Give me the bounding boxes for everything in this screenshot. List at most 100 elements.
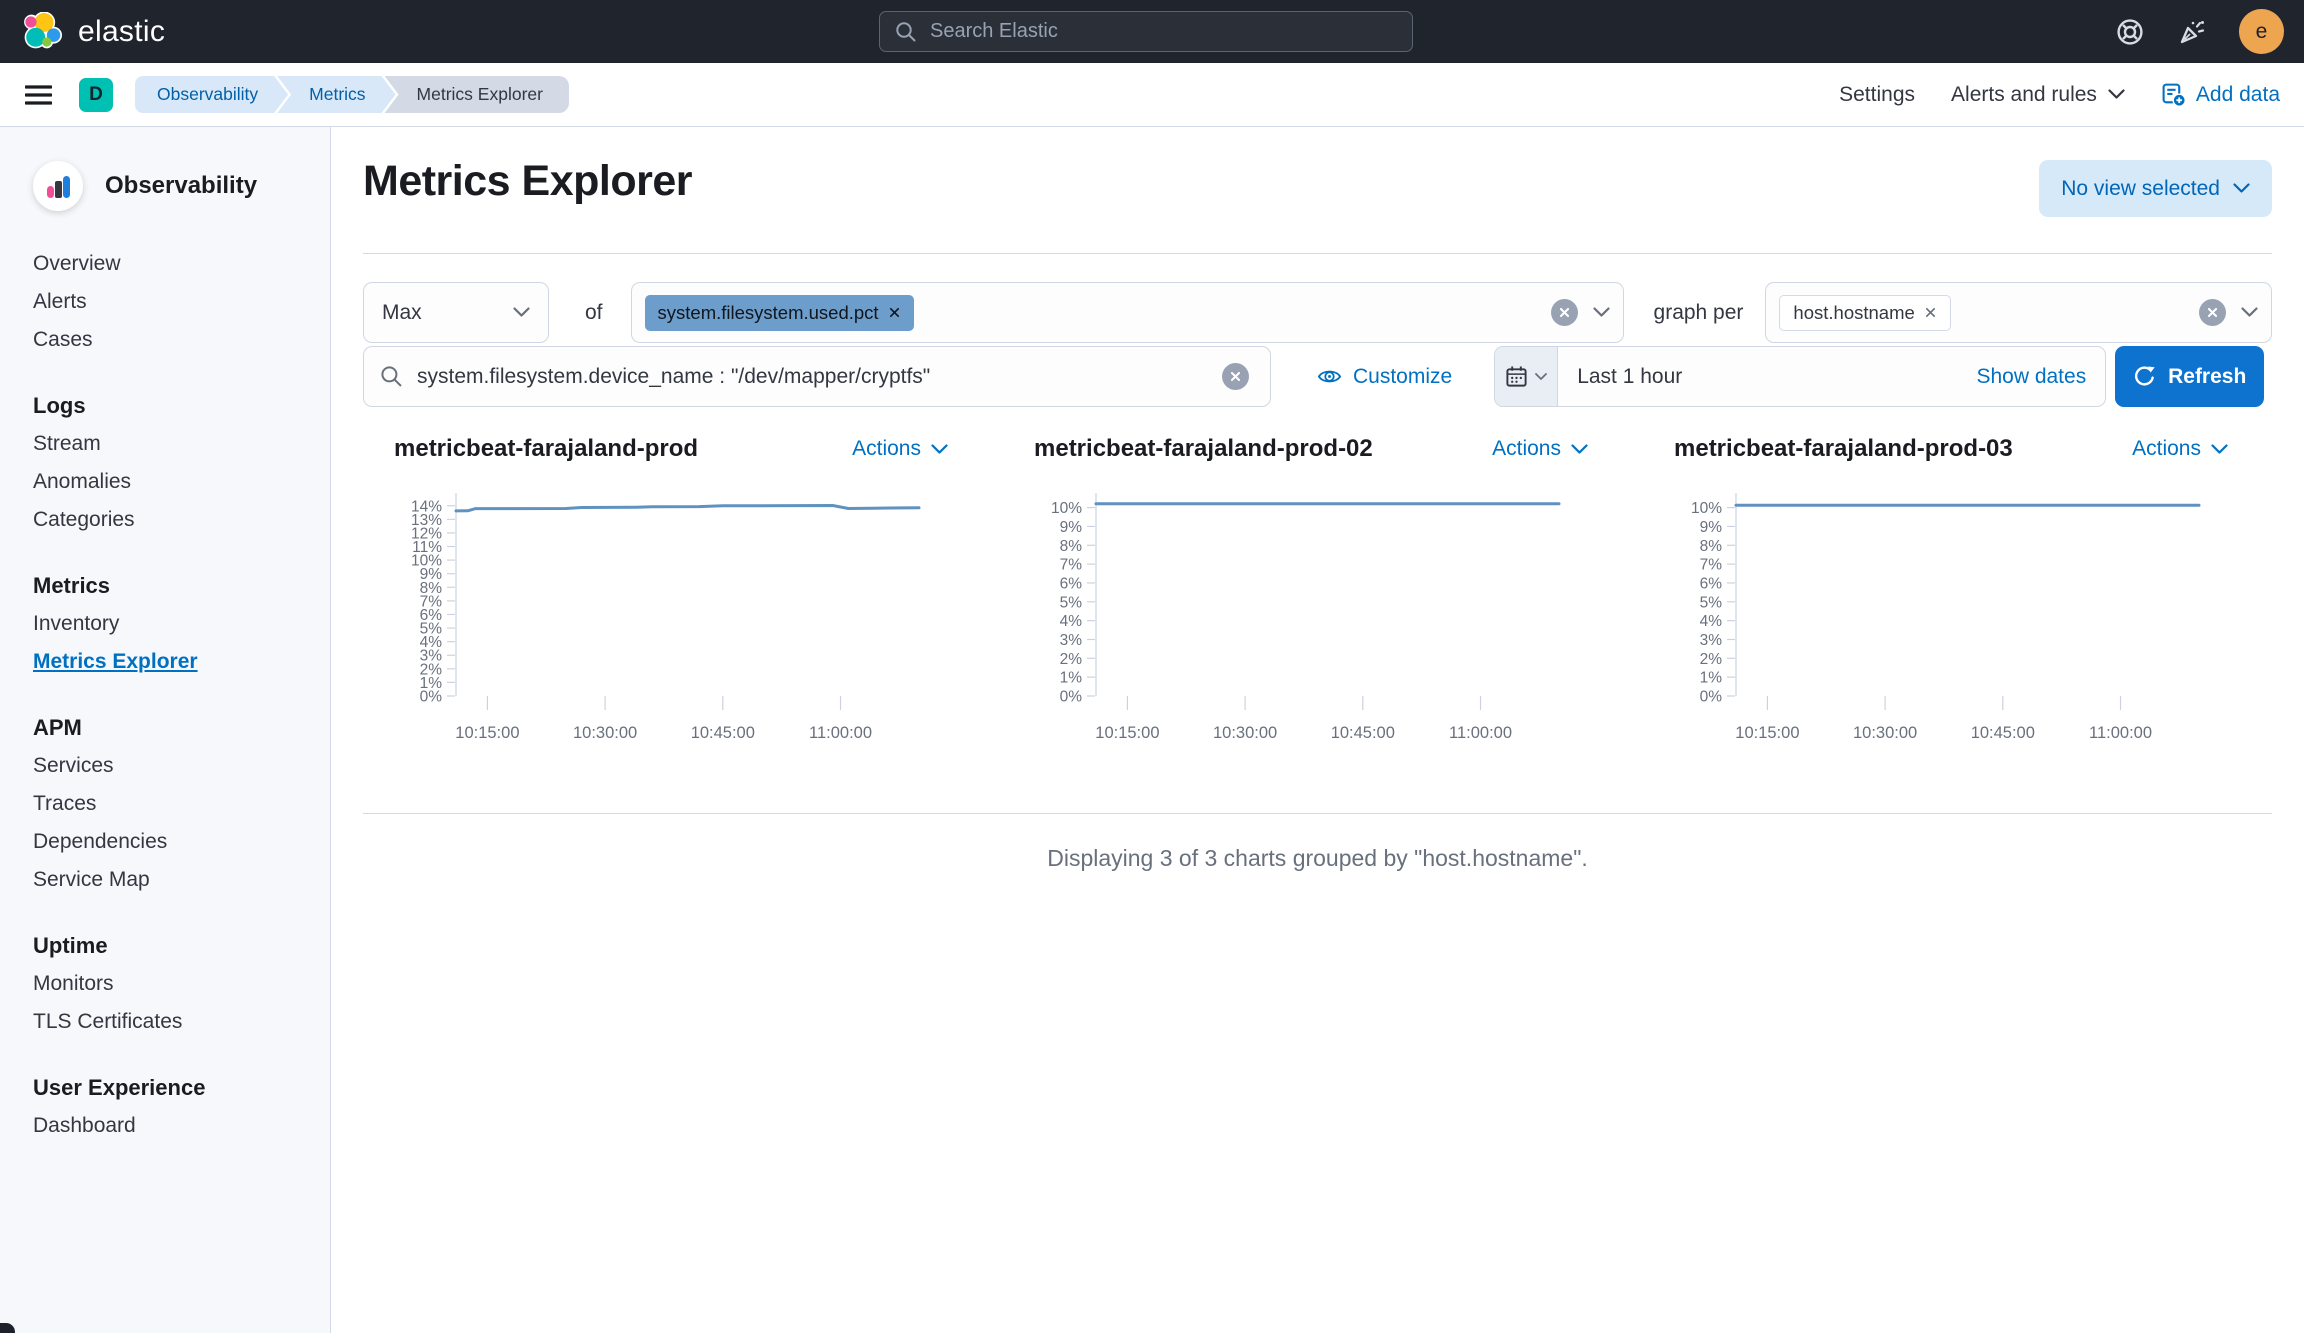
aggregation-select[interactable]: Max <box>363 282 549 343</box>
search-icon <box>896 21 916 41</box>
saved-views-button[interactable]: No view selected <box>2039 160 2272 217</box>
sidebar: Observability Overview Alerts Cases Logs Str… <box>0 127 331 1333</box>
line-chart: 0% 1% 2% 3% 4% 5% 6%7% 8% 9% 10% 10:15:00 10:30:00 1… <box>1691 493 2201 742</box>
sidebar-item-traces[interactable]: Traces <box>33 785 316 823</box>
sidebar-item-tls-certificates[interactable]: TLS Certificates <box>33 1003 316 1041</box>
sidebar-item-categories[interactable]: Categories <box>33 501 316 539</box>
breadcrumb-item-metrics[interactable]: Metrics <box>277 76 395 113</box>
svg-text:1%: 1% <box>1700 670 1723 687</box>
of-label: of <box>585 300 603 324</box>
charts-summary: Displaying 3 of 3 charts grouped by "hos… <box>1047 845 1588 871</box>
remove-badge-icon[interactable] <box>888 306 901 319</box>
chart-actions-button[interactable]: Actions <box>1492 437 1588 461</box>
sidebar-section-heading: APM <box>33 715 82 740</box>
svg-text:3%: 3% <box>1060 632 1083 649</box>
breadcrumb-bar-actions: Settings Alerts and rules Add data <box>1839 82 2280 107</box>
svg-text:6%: 6% <box>1060 575 1083 592</box>
svg-text:7%: 7% <box>1060 557 1083 574</box>
svg-text:10:45:00: 10:45:00 <box>1331 724 1395 742</box>
observability-logo-icon <box>33 161 83 211</box>
sidebar-item-anomalies[interactable]: Anomalies <box>33 463 316 501</box>
svg-text:11:00:00: 11:00:00 <box>809 724 872 742</box>
help-icon[interactable] <box>2115 17 2145 47</box>
customize-button[interactable]: Customize <box>1317 364 1452 389</box>
user-avatar[interactable]: e <box>2239 9 2284 54</box>
chart-actions-button[interactable]: Actions <box>2132 437 2228 461</box>
global-search-input[interactable] <box>930 20 1397 43</box>
metric-controls-row: Max of system.filesystem.used.pct graph … <box>363 282 2272 343</box>
clear-query-icon[interactable] <box>1222 363 1249 390</box>
calendar-icon <box>1506 366 1527 387</box>
refresh-button[interactable]: Refresh <box>2115 346 2265 407</box>
settings-link[interactable]: Settings <box>1839 83 1915 107</box>
breadcrumb-item-observability[interactable]: Observability <box>135 76 288 113</box>
time-range-value[interactable]: Last 1 hour <box>1577 365 1682 389</box>
newsfeed-celebration-icon[interactable] <box>2177 17 2207 47</box>
clear-group-by-icon[interactable] <box>2199 299 2226 326</box>
sidebar-item-services[interactable]: Services <box>33 747 316 785</box>
charts-row: metricbeat-farajaland-prod Actions 0% 1% 2% 3… <box>394 432 2228 771</box>
svg-text:0%: 0% <box>1700 689 1723 706</box>
search-icon <box>381 366 402 387</box>
svg-text:10%: 10% <box>1691 500 1722 517</box>
add-data-button[interactable]: Add data <box>2161 82 2280 107</box>
menu-icon[interactable] <box>25 84 52 106</box>
sidebar-nav: Overview Alerts Cases Logs Stream Anomalies Ca… <box>33 245 316 1173</box>
svg-text:10%: 10% <box>1051 500 1082 517</box>
chevron-down-icon <box>1535 372 1548 380</box>
sidebar-item-alerts[interactable]: Alerts <box>33 283 316 321</box>
customize-eye-icon <box>1317 370 1342 383</box>
chart-header: metricbeat-farajaland-prod-03 Actions <box>1674 432 2228 466</box>
query-bar[interactable] <box>363 346 1271 407</box>
sidebar-item-stream[interactable]: Stream <box>33 425 316 463</box>
svg-text:2%: 2% <box>1060 651 1083 668</box>
metric-field-combobox[interactable]: system.filesystem.used.pct <box>630 282 1624 343</box>
sidebar-item-metrics-explorer[interactable]: Metrics Explorer <box>33 643 316 681</box>
sidebar-title: Observability <box>105 172 258 199</box>
chevron-down-icon <box>2233 183 2250 193</box>
sidebar-item-dashboard[interactable]: Dashboard <box>33 1107 316 1145</box>
date-picker: Last 1 hour Show dates <box>1494 346 2107 407</box>
main-content: Metrics Explorer No view selected Max of… <box>331 127 2304 1333</box>
sidebar-item-monitors[interactable]: Monitors <box>33 965 316 1003</box>
app-root: elastic Search Elastic e D Observability… <box>0 0 2304 1333</box>
charts-divider <box>363 813 2272 814</box>
date-quick-select-button[interactable] <box>1495 347 1559 406</box>
query-input[interactable] <box>417 364 1208 389</box>
svg-text:5%: 5% <box>1060 594 1083 611</box>
chart-title: metricbeat-farajaland-prod <box>394 435 699 462</box>
global-search[interactable] <box>879 11 1413 52</box>
alerts-and-rules-menu[interactable]: Alerts and rules <box>1951 83 2125 107</box>
svg-text:8%: 8% <box>1700 538 1723 555</box>
sidebar-item-service-map[interactable]: Service Map <box>33 861 316 899</box>
sidebar-item-inventory[interactable]: Inventory <box>33 605 316 643</box>
sidebar-item-dependencies[interactable]: Dependencies <box>33 823 316 861</box>
svg-text:1%: 1% <box>1060 670 1083 687</box>
chart-title: metricbeat-farajaland-prod-03 <box>1674 435 2013 462</box>
chevron-down-icon <box>2211 443 2228 454</box>
sidebar-item-cases[interactable]: Cases <box>33 321 316 359</box>
chart-actions-button[interactable]: Actions <box>852 437 948 461</box>
chevron-down-icon[interactable] <box>2241 307 2258 318</box>
group-by-badge[interactable]: host.hostname <box>1779 294 1951 331</box>
metric-field-badge[interactable]: system.filesystem.used.pct <box>644 294 914 331</box>
svg-text:9%: 9% <box>1700 519 1723 536</box>
sidebar-section-metrics: Metrics Inventory Metrics Explorer <box>33 567 316 681</box>
elastic-home-link[interactable]: elastic <box>0 11 166 52</box>
query-controls-row: Customize Last 1 hour Show dates <box>363 346 2272 407</box>
space-badge[interactable]: D <box>79 77 113 112</box>
sidebar-section: Overview Alerts Cases <box>33 245 316 359</box>
sidebar-item-overview[interactable]: Overview <box>33 245 316 283</box>
chart-header: metricbeat-farajaland-prod Actions <box>394 432 948 466</box>
svg-text:8%: 8% <box>1060 538 1083 555</box>
title-divider <box>363 253 2272 254</box>
brand-name: elastic <box>78 14 166 48</box>
group-by-combobox[interactable]: host.hostname <box>1765 282 2272 343</box>
chevron-down-icon[interactable] <box>1592 307 1610 318</box>
show-dates-button[interactable]: Show dates <box>1976 365 2086 389</box>
sidebar-section-apm: APM Services Traces Dependencies Service Map <box>33 709 316 899</box>
sidebar-section-heading: Uptime <box>33 933 108 958</box>
remove-badge-icon[interactable] <box>1924 306 1937 319</box>
clear-metric-icon[interactable] <box>1550 299 1578 326</box>
sidebar-section-heading: Logs <box>33 393 86 418</box>
